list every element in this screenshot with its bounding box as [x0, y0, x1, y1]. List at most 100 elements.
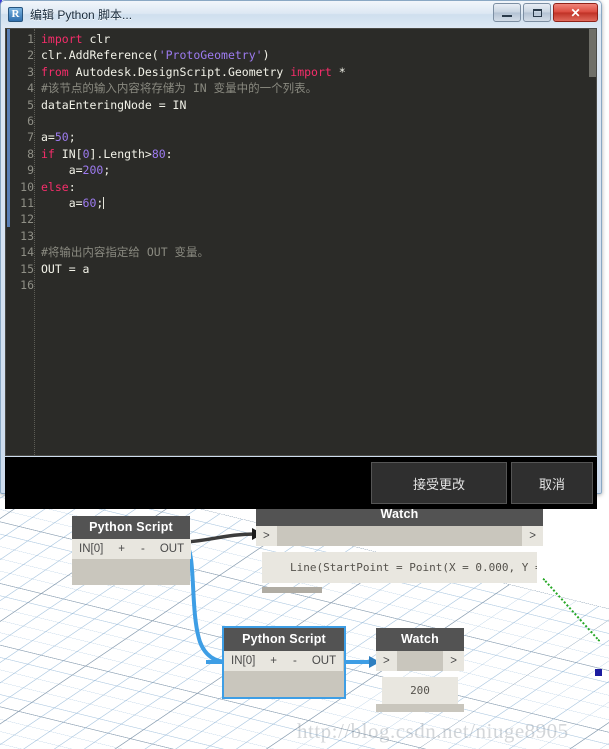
app-root: http://blog.csdn.net/niuge8905 Python Sc…	[0, 0, 609, 749]
port-in-0[interactable]: IN[0]	[224, 651, 262, 671]
code-token: import	[41, 32, 83, 46]
code-token: )	[263, 48, 270, 62]
code-line: OUT = a	[41, 261, 596, 277]
port-in[interactable]: >	[376, 651, 397, 671]
node-ports-row: IN[0] + - OUT	[72, 539, 190, 559]
port-in[interactable]: >	[256, 526, 277, 546]
accept-changes-button[interactable]: 接受更改	[371, 462, 507, 504]
node-spacer	[397, 651, 444, 671]
window-controls: ✕	[493, 3, 598, 22]
code-editor[interactable]: 12345678910111213141516 import clrclr.Ad…	[5, 28, 597, 456]
line-number: 3	[11, 64, 34, 80]
minimize-icon	[502, 15, 512, 17]
line-number: 1	[11, 31, 34, 47]
node-ports-row: > >	[376, 651, 464, 671]
port-remove-button[interactable]: -	[133, 539, 153, 559]
code-line: #将输出内容指定给 OUT 变量。	[41, 244, 596, 260]
node-python-script-2[interactable]: Python Script IN[0] + - OUT	[224, 628, 344, 697]
code-token: Autodesk.DesignScript.Geometry	[69, 65, 291, 79]
code-token: a=	[41, 163, 83, 177]
code-token: OUT = a	[41, 262, 89, 276]
code-line: dataEnteringNode = IN	[41, 97, 596, 113]
code-line	[41, 211, 596, 227]
code-token: IN[	[55, 147, 83, 161]
close-button[interactable]: ✕	[553, 3, 598, 22]
line-number: 8	[11, 146, 34, 162]
node-title: Python Script	[224, 628, 344, 651]
code-token: ;	[69, 130, 76, 144]
maximize-icon	[533, 9, 542, 17]
code-line: a=60;	[41, 195, 596, 211]
window-title: 编辑 Python 脚本...	[30, 6, 132, 23]
line-number: 11	[11, 195, 34, 211]
code-token: #将输出内容指定给 OUT 变量。	[41, 245, 209, 259]
port-remove-button[interactable]: -	[285, 651, 305, 671]
code-token: 0	[83, 147, 90, 161]
code-token: ;	[96, 196, 103, 210]
code-token: :	[166, 147, 173, 161]
code-token: ].Length>	[90, 147, 152, 161]
code-token: 200	[83, 163, 104, 177]
editor-change-marker	[6, 29, 11, 455]
port-add-button[interactable]: +	[110, 539, 133, 559]
code-token: 80	[152, 147, 166, 161]
code-token: 'ProtoGeometry'	[159, 48, 263, 62]
code-line	[41, 113, 596, 129]
code-line: a=50;	[41, 129, 596, 145]
port-out[interactable]: >	[443, 651, 464, 671]
code-token: #该节点的输入内容将存储为 IN 变量中的一个列表。	[41, 81, 317, 95]
node-title: Watch	[376, 628, 464, 651]
code-token: a=	[41, 196, 83, 210]
code-text-area[interactable]: import clrclr.AddReference('ProtoGeometr…	[35, 29, 596, 455]
watch-value-text: Line(StartPoint = Point(X = 0.000, Y =	[262, 552, 537, 583]
code-token: *	[332, 65, 346, 79]
code-token: dataEnteringNode = IN	[41, 98, 186, 112]
code-token: clr	[83, 32, 111, 46]
minimize-button[interactable]	[493, 3, 521, 22]
code-line: clr.AddReference('ProtoGeometry')	[41, 47, 596, 63]
code-line: #该节点的输入内容将存储为 IN 变量中的一个列表。	[41, 80, 596, 96]
code-token: 60	[83, 196, 97, 210]
code-line: from Autodesk.DesignScript.Geometry impo…	[41, 64, 596, 80]
node-watch-2[interactable]: Watch > > 200	[376, 628, 464, 712]
node-footer	[376, 704, 464, 712]
line-number: 14	[11, 244, 34, 260]
code-token: :	[69, 180, 76, 194]
watermark: http://blog.csdn.net/niuge8905	[297, 719, 569, 744]
port-out[interactable]: OUT	[153, 539, 191, 559]
node-python-script-1[interactable]: Python Script IN[0] + - OUT	[72, 516, 190, 585]
line-number: 5	[11, 97, 34, 113]
node-watch-1[interactable]: Watch > > Line(StartPoint = Point(X = 0.…	[256, 503, 543, 599]
code-token: import	[290, 65, 332, 79]
code-token: from	[41, 65, 69, 79]
line-number: 12	[11, 211, 34, 227]
code-token: 50	[55, 130, 69, 144]
dialog-footer: 接受更改 取消	[5, 457, 597, 509]
title-bar[interactable]: R 编辑 Python 脚本... ✕	[1, 1, 601, 27]
node-spacer	[277, 526, 523, 546]
line-number: 2	[11, 47, 34, 63]
maximize-button[interactable]	[523, 3, 551, 22]
line-number: 4	[11, 80, 34, 96]
line-number: 15	[11, 261, 34, 277]
code-token: if	[41, 147, 55, 161]
code-line: a=200;	[41, 162, 596, 178]
close-icon: ✕	[570, 6, 580, 20]
editor-vertical-scrollbar[interactable]	[589, 29, 596, 456]
line-number: 6	[11, 113, 34, 129]
port-out[interactable]: >	[522, 526, 543, 546]
port-in-0[interactable]: IN[0]	[72, 539, 110, 559]
port-add-button[interactable]: +	[262, 651, 285, 671]
port-out[interactable]: OUT	[305, 651, 343, 671]
line-number: 7	[11, 129, 34, 145]
line-number: 16	[11, 277, 34, 293]
geometry-endpoint	[595, 669, 602, 676]
cancel-button[interactable]: 取消	[511, 462, 593, 504]
node-ports-row: IN[0] + - OUT	[224, 651, 344, 671]
watch-horizontal-scrollbar[interactable]	[262, 587, 537, 593]
code-token: else	[41, 180, 69, 194]
line-number: 9	[11, 162, 34, 178]
line-number: 13	[11, 228, 34, 244]
node-ports-row: > >	[256, 526, 543, 546]
node-footer	[72, 559, 190, 585]
